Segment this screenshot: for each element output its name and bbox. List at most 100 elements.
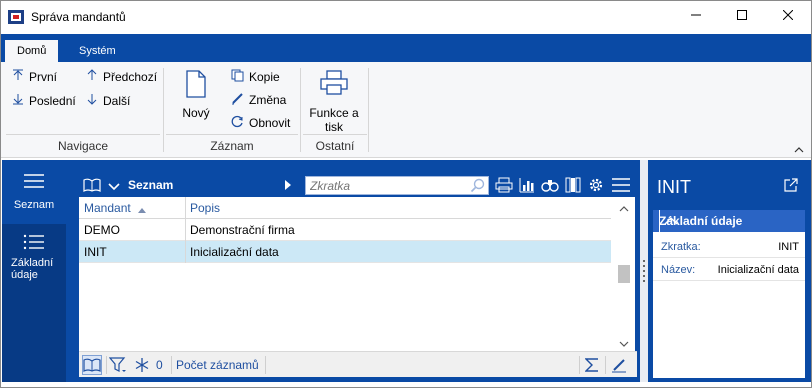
window-title: Správa mandantů xyxy=(31,10,126,24)
app-icon xyxy=(8,9,24,25)
snowflake-icon[interactable] xyxy=(134,357,150,376)
refresh-label: Obnovit xyxy=(249,116,291,130)
binoculars-icon[interactable] xyxy=(541,177,559,196)
chevron-down-icon[interactable] xyxy=(108,180,120,194)
splitter-dot xyxy=(643,265,645,267)
last-label: Poslední xyxy=(29,93,76,108)
nav-zakladni-label-2: údaje xyxy=(11,269,38,281)
edit-button[interactable]: Změna xyxy=(231,92,286,108)
arrow-up-icon xyxy=(86,69,103,84)
column-header-mandant[interactable]: Mandant xyxy=(84,201,147,216)
open-external-icon[interactable] xyxy=(784,178,798,195)
nav-seznam[interactable]: Seznam xyxy=(2,160,66,224)
scroll-down-icon[interactable] xyxy=(619,337,629,351)
menu-icon xyxy=(2,160,66,192)
play-icon[interactable] xyxy=(284,179,292,194)
splitter-dot xyxy=(643,260,645,262)
first-button[interactable]: První xyxy=(12,69,57,84)
copy-button[interactable]: Kopie xyxy=(231,69,280,85)
collapse-ribbon-icon[interactable] xyxy=(794,142,804,156)
book-icon[interactable] xyxy=(83,178,101,195)
edit-icon[interactable] xyxy=(611,357,627,376)
functions-print-button[interactable]: Funkce a tisk xyxy=(304,70,364,134)
tab-domu[interactable]: Domů xyxy=(5,40,59,62)
gear-icon[interactable] xyxy=(588,177,604,196)
close-button[interactable] xyxy=(765,0,811,32)
detail-title: INIT xyxy=(657,177,691,197)
chart-icon[interactable] xyxy=(519,177,535,196)
cell-popis: Demonstrační firma xyxy=(190,223,295,237)
field-row-nazev: Název: Inicializační data xyxy=(653,259,805,281)
first-label: První xyxy=(29,69,58,84)
footer-divider xyxy=(265,356,266,374)
new-label: Nový xyxy=(182,106,210,120)
scroll-up-icon[interactable] xyxy=(619,201,629,215)
minimize-button[interactable] xyxy=(673,0,719,32)
pencil-icon xyxy=(231,92,249,108)
column-header-popis[interactable]: Popis xyxy=(190,201,220,215)
ribbon-tab-bar: Domů Systém xyxy=(0,34,812,62)
footer-divider xyxy=(605,356,606,374)
grid-header: Mandant Popis xyxy=(79,197,611,219)
table-row-selected[interactable]: INIT Inicializační data xyxy=(79,241,611,263)
close-icon xyxy=(782,9,794,23)
grid-toolbar: Seznam xyxy=(79,173,637,197)
previous-label: Předchozí xyxy=(103,69,158,84)
minimize-icon xyxy=(691,9,701,23)
copy-label: Kopie xyxy=(249,70,280,84)
search-icon[interactable] xyxy=(470,178,485,196)
field-label: Název: xyxy=(661,264,696,276)
cell-divider xyxy=(185,241,186,263)
chevron-up-icon[interactable] xyxy=(659,210,681,232)
last-button[interactable]: Poslední xyxy=(12,93,76,108)
edit-label: Změna xyxy=(249,93,287,107)
columns-icon[interactable] xyxy=(565,177,581,196)
field-value: INIT xyxy=(778,241,799,253)
detail-card: Základní údaje Zkratka: INIT Název: Inic… xyxy=(653,210,805,378)
refresh-button[interactable]: Obnovit xyxy=(231,115,290,131)
group-divider xyxy=(303,134,367,135)
search-input[interactable] xyxy=(306,177,466,194)
record-count-label[interactable]: Počet záznamů xyxy=(176,358,259,372)
cell-mandant: INIT xyxy=(84,245,107,259)
new-button[interactable]: Nový xyxy=(172,70,220,120)
cell-divider xyxy=(185,219,186,241)
arrow-down-icon xyxy=(86,93,103,108)
next-label: Další xyxy=(103,93,131,108)
left-navigation: Seznam Základní údaje xyxy=(2,160,66,382)
cell-mandant: DEMO xyxy=(84,223,120,237)
group-separator xyxy=(368,68,369,152)
filter-icon[interactable] xyxy=(108,357,127,376)
footer-divider xyxy=(579,356,580,374)
arrow-up-to-top-icon xyxy=(12,69,29,84)
scrollbar-thumb[interactable] xyxy=(618,265,630,283)
sort-ascending-icon xyxy=(138,202,147,216)
book-view-button[interactable] xyxy=(82,355,102,375)
column-divider[interactable] xyxy=(185,197,186,219)
section-header[interactable]: Základní údaje xyxy=(653,210,805,232)
nav-zakladni-udaje[interactable]: Základní údaje xyxy=(2,224,66,382)
splitter-dot xyxy=(643,270,645,272)
book-icon xyxy=(83,358,101,372)
footer-divider xyxy=(106,356,107,374)
arrow-down-to-bottom-icon xyxy=(12,93,29,108)
maximize-button[interactable] xyxy=(719,0,765,32)
new-document-icon xyxy=(172,70,220,102)
sum-icon[interactable] xyxy=(584,357,599,376)
footer-divider xyxy=(171,356,172,374)
cell-popis: Inicializační data xyxy=(190,245,279,259)
field-row-zkratka: Zkratka: INIT xyxy=(653,236,805,258)
vertical-scrollbar[interactable] xyxy=(615,197,633,349)
panel-splitter[interactable] xyxy=(640,160,648,382)
previous-button[interactable]: Předchozí xyxy=(86,69,157,84)
table-row[interactable]: DEMO Demonstrační firma xyxy=(79,219,611,241)
list-icon xyxy=(2,224,66,253)
ribbon: První Předchozí Poslední Další Navigace … xyxy=(0,62,812,158)
print-icon[interactable] xyxy=(495,177,513,196)
tab-system[interactable]: Systém xyxy=(67,40,128,62)
hamburger-menu-icon[interactable] xyxy=(611,177,631,196)
title-bar: Správa mandantů xyxy=(0,0,812,34)
next-button[interactable]: Další xyxy=(86,93,130,108)
group-separator xyxy=(163,68,164,152)
refresh-icon xyxy=(231,115,249,131)
